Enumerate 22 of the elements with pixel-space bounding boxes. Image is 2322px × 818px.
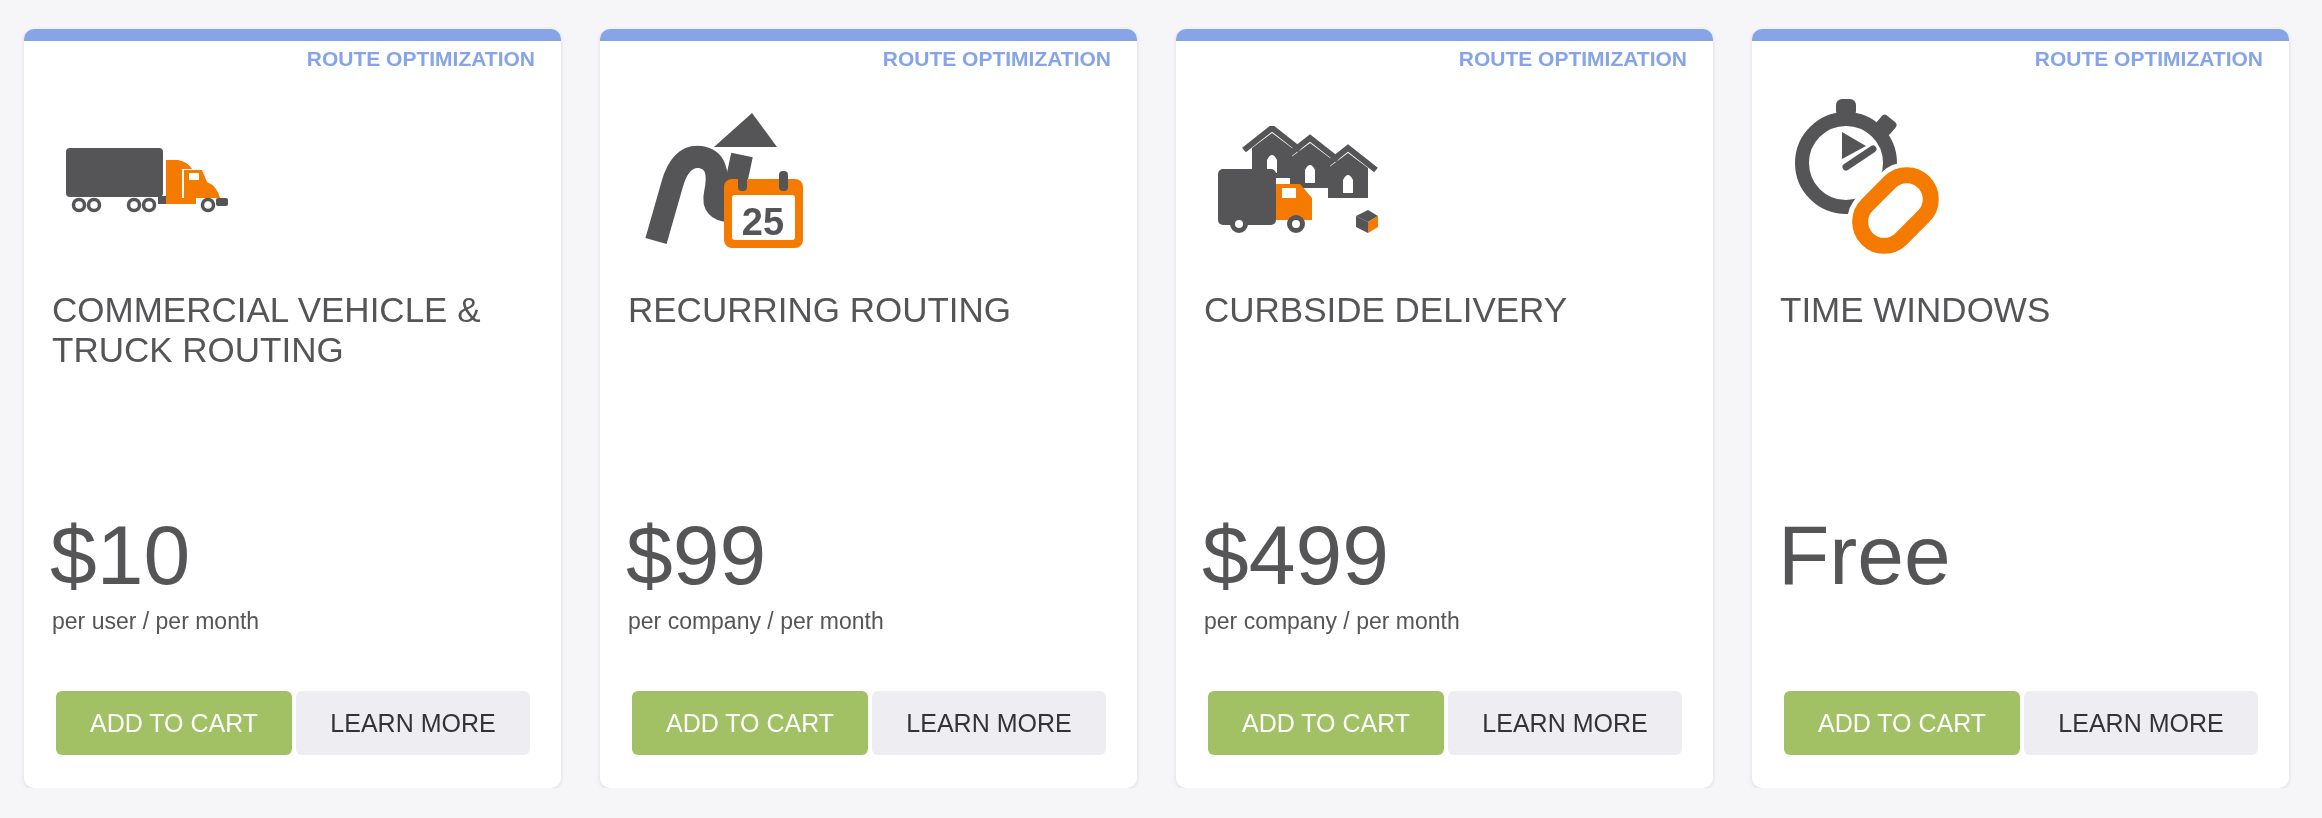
calendar-icon (724, 170, 803, 248)
category-label: ROUTE OPTIMIZATION (306, 47, 535, 71)
category-label: ROUTE OPTIMIZATION (882, 47, 1111, 71)
plan-title: TIME WINDOWS (1780, 290, 2052, 331)
plan-title: COMMERCIAL VEHICLE & TRUCK ROUTING (52, 290, 482, 371)
plan-title: RECURRING ROUTING (628, 290, 1013, 331)
learn-more-button[interactable]: LEARN MORE (1448, 691, 1682, 755)
price-period: per company / per month (1204, 607, 1461, 636)
price-period: per user / per month (52, 607, 261, 636)
truck-icon (66, 147, 230, 214)
learn-more-button[interactable]: LEARN MORE (2024, 691, 2258, 755)
learn-more-button[interactable]: LEARN MORE (296, 691, 530, 755)
plan-price: $99 (626, 510, 768, 600)
category-label: ROUTE OPTIMIZATION (1458, 47, 1687, 71)
learn-more-button[interactable]: LEARN MORE (872, 691, 1106, 755)
plan-price: $10 (50, 510, 192, 600)
category-label: ROUTE OPTIMIZATION (2034, 47, 2263, 71)
plan-title: CURBSIDE DELIVERY (1204, 290, 1569, 331)
plan-price: Free (1778, 510, 1952, 600)
price-period: per company / per month (628, 607, 885, 636)
calendar-date: 25 (741, 200, 785, 243)
plan-price: $499 (1202, 510, 1390, 600)
